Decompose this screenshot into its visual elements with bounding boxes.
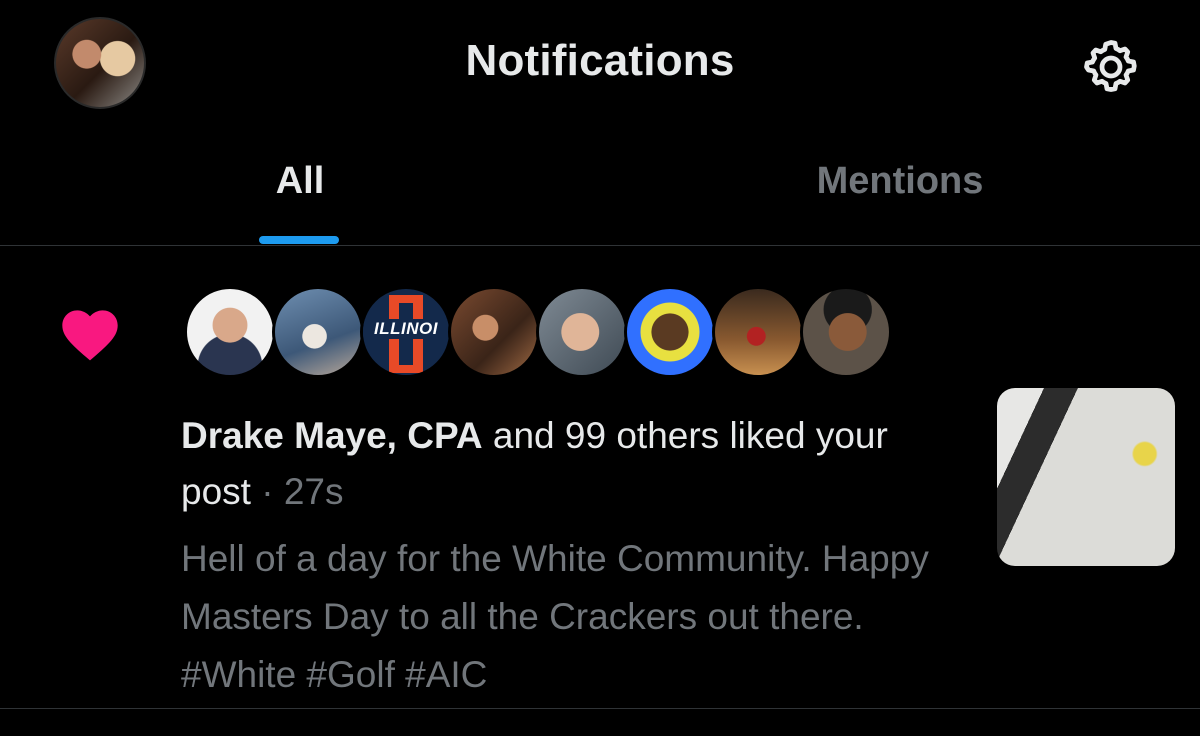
liker-avatar[interactable] <box>712 286 804 378</box>
separator-dot: · <box>250 471 284 512</box>
liker-avatar[interactable] <box>624 286 716 378</box>
like-notification[interactable]: ILLINOI Drake Maye, CPA and 99 others li… <box>0 246 1200 708</box>
gear-icon <box>1084 40 1137 92</box>
liker-avatar[interactable]: ILLINOI <box>360 286 452 378</box>
liker-avatar[interactable] <box>448 286 540 378</box>
liker-avatar[interactable] <box>272 286 364 378</box>
bottom-divider <box>0 708 1200 709</box>
post-media-thumbnail[interactable] <box>997 388 1175 566</box>
settings-button[interactable] <box>1078 34 1144 100</box>
notification-summary: Drake Maye, CPA and 99 others liked your… <box>181 408 961 520</box>
timestamp: 27s <box>283 471 344 512</box>
liker-avatar[interactable] <box>536 286 628 378</box>
header: Notifications <box>0 0 1200 130</box>
heart-icon <box>62 310 118 361</box>
illinois-logo-text: ILLINOI <box>363 319 449 339</box>
actor-name[interactable]: Drake Maye, CPA <box>181 415 483 456</box>
tab-bar: All Mentions <box>0 130 1200 246</box>
tab-mentions[interactable]: Mentions <box>600 160 1200 240</box>
liker-avatar[interactable] <box>184 286 276 378</box>
notifications-screen: Notifications All Mentions ILLINOI Drake… <box>0 0 1200 736</box>
page-title: Notifications <box>465 36 735 85</box>
tab-all[interactable]: All <box>0 160 600 240</box>
liker-avatar[interactable] <box>800 286 892 378</box>
post-text: Hell of a day for the White Community. H… <box>181 538 929 695</box>
active-tab-indicator <box>259 236 339 244</box>
